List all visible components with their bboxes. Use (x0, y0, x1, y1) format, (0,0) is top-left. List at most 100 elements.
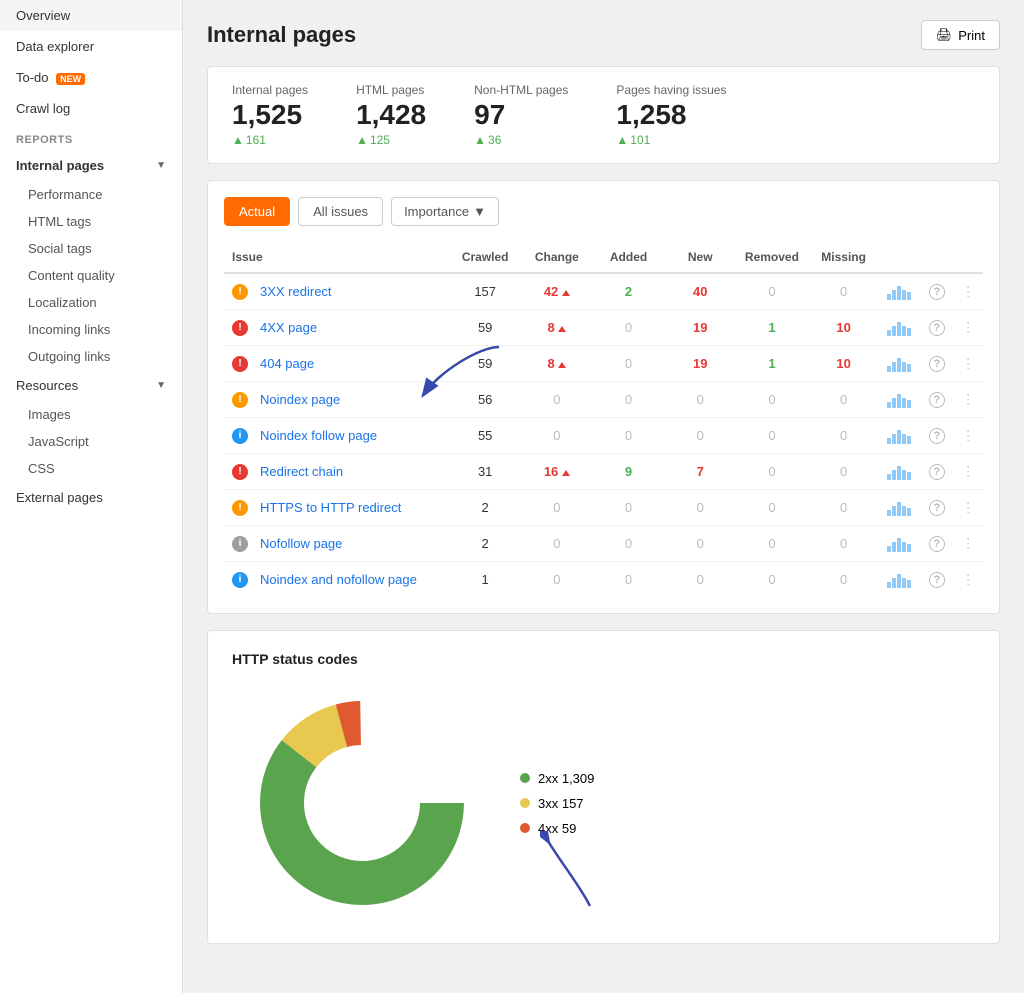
row-menu-icon[interactable]: ⋮ (953, 346, 983, 382)
bar-chart-icon[interactable] (879, 310, 920, 346)
issue-cell[interactable]: !4XX page (224, 310, 449, 346)
bar-chart-icon[interactable] (879, 526, 920, 562)
bar-chart-icon[interactable] (879, 346, 920, 382)
legend-item-3xx: 3xx 157 (520, 796, 594, 811)
sidebar-item-internal-pages[interactable]: Internal pages ▼ (0, 150, 182, 181)
col-crawled: Crawled (449, 242, 521, 273)
row-menu-icon[interactable]: ⋮ (953, 418, 983, 454)
stats-row: Internal pages 1,525 ▲ 161 HTML pages 1,… (207, 66, 1000, 164)
table-cell: 0 (808, 273, 880, 310)
sidebar-item-incoming-links[interactable]: Incoming links (0, 316, 182, 343)
sidebar-item-content-quality[interactable]: Content quality (0, 262, 182, 289)
sidebar-item-label: Overview (16, 8, 70, 23)
row-menu-icon[interactable]: ⋮ (953, 490, 983, 526)
issue-cell[interactable]: !3XX redirect (224, 273, 449, 310)
row-menu-icon[interactable]: ⋮ (953, 273, 983, 310)
sidebar-item-images[interactable]: Images (0, 401, 182, 428)
bar-chart-icon[interactable] (879, 273, 920, 310)
issue-cell[interactable]: iNoindex follow page (224, 418, 449, 454)
table-row[interactable]: !3XX redirect15742 24000?⋮ (224, 273, 983, 310)
tab-all-issues[interactable]: All issues (298, 197, 383, 226)
importance-dropdown[interactable]: Importance ▼ (391, 197, 499, 226)
sidebar-item-outgoing-links[interactable]: Outgoing links (0, 343, 182, 370)
table-cell: 0 (736, 382, 808, 418)
sidebar-item-data-explorer[interactable]: Data explorer (0, 31, 182, 62)
issue-cell[interactable]: !404 page (224, 346, 449, 382)
help-icon[interactable]: ? (920, 454, 953, 490)
table-cell: 0 (736, 562, 808, 598)
chevron-down-icon: ▼ (156, 160, 166, 171)
sidebar-item-crawl-log[interactable]: Crawl log (0, 93, 182, 124)
sidebar-item-performance[interactable]: Performance (0, 181, 182, 208)
sidebar-item-overview[interactable]: Overview (0, 0, 182, 31)
table-cell: 0 (593, 490, 665, 526)
table-row[interactable]: iNoindex follow page5500000?⋮ (224, 418, 983, 454)
table-row[interactable]: iNofollow page200000?⋮ (224, 526, 983, 562)
bar-chart-icon[interactable] (879, 490, 920, 526)
help-icon[interactable]: ? (920, 526, 953, 562)
bar-chart-icon[interactable] (879, 418, 920, 454)
table-cell: 0 (736, 526, 808, 562)
help-icon[interactable]: ? (920, 490, 953, 526)
arrow-up-icon: ▲ (616, 133, 628, 147)
table-row[interactable]: !404 page598 019110?⋮ (224, 346, 983, 382)
sidebar-item-html-tags[interactable]: HTML tags (0, 208, 182, 235)
table-row[interactable]: !Redirect chain3116 9700?⋮ (224, 454, 983, 490)
table-cell: 0 (593, 346, 665, 382)
chart-container: 2xx 1,309 3xx 157 4xx 59 (232, 683, 975, 923)
print-button[interactable]: 🖨 Print (921, 20, 1000, 50)
table-row[interactable]: !HTTPS to HTTP redirect200000?⋮ (224, 490, 983, 526)
sidebar-item-external-pages[interactable]: External pages (0, 482, 182, 513)
table-cell: 0 (664, 418, 736, 454)
table-row[interactable]: iNoindex and nofollow page100000?⋮ (224, 562, 983, 598)
table-cell: 0 (593, 382, 665, 418)
table-cell: 0 (808, 454, 880, 490)
help-icon[interactable]: ? (920, 310, 953, 346)
row-menu-icon[interactable]: ⋮ (953, 454, 983, 490)
crawled-cell: 59 (449, 310, 521, 346)
sidebar-item-label: Resources (16, 378, 78, 393)
table-cell: 0 (808, 562, 880, 598)
issue-cell[interactable]: iNoindex and nofollow page (224, 562, 449, 598)
new-badge: NEW (56, 73, 85, 85)
issue-icon: i (232, 428, 248, 444)
bar-chart-icon[interactable] (879, 562, 920, 598)
table-row[interactable]: !Noindex page5600000?⋮ (224, 382, 983, 418)
sidebar-item-resources[interactable]: Resources ▼ (0, 370, 182, 401)
help-icon[interactable]: ? (920, 346, 953, 382)
arrow-up-icon: ▲ (356, 133, 368, 147)
bar-chart-icon[interactable] (879, 382, 920, 418)
stat-label: Non-HTML pages (474, 83, 568, 97)
table-row[interactable]: !4XX page598 019110?⋮ (224, 310, 983, 346)
issue-cell[interactable]: !Noindex page (224, 382, 449, 418)
sidebar-item-label: Internal pages (16, 158, 104, 173)
table-cell: 19 (664, 346, 736, 382)
issue-icon: ! (232, 500, 248, 516)
tab-actual[interactable]: Actual (224, 197, 290, 226)
sidebar-item-javascript[interactable]: JavaScript (0, 428, 182, 455)
help-icon[interactable]: ? (920, 418, 953, 454)
help-icon[interactable]: ? (920, 273, 953, 310)
help-icon[interactable]: ? (920, 562, 953, 598)
sidebar-item-css[interactable]: CSS (0, 455, 182, 482)
sidebar-item-social-tags[interactable]: Social tags (0, 235, 182, 262)
row-menu-icon[interactable]: ⋮ (953, 310, 983, 346)
issue-cell[interactable]: !Redirect chain (224, 454, 449, 490)
change-cell: 16 (521, 454, 593, 490)
bar-chart-icon[interactable] (879, 454, 920, 490)
issue-name: Noindex page (260, 392, 340, 407)
table-cell: 0 (736, 273, 808, 310)
stat-html-pages: HTML pages 1,428 ▲ 125 (356, 83, 426, 147)
help-icon[interactable]: ? (920, 382, 953, 418)
issue-cell[interactable]: iNofollow page (224, 526, 449, 562)
crawled-cell: 59 (449, 346, 521, 382)
sidebar-item-todo[interactable]: To-do NEW (0, 62, 182, 93)
issue-cell[interactable]: !HTTPS to HTTP redirect (224, 490, 449, 526)
page-header: Internal pages 🖨 Print (207, 20, 1000, 50)
row-menu-icon[interactable]: ⋮ (953, 562, 983, 598)
row-menu-icon[interactable]: ⋮ (953, 526, 983, 562)
sidebar-item-localization[interactable]: Localization (0, 289, 182, 316)
col-menu (953, 242, 983, 273)
row-menu-icon[interactable]: ⋮ (953, 382, 983, 418)
issue-name: Redirect chain (260, 464, 343, 479)
